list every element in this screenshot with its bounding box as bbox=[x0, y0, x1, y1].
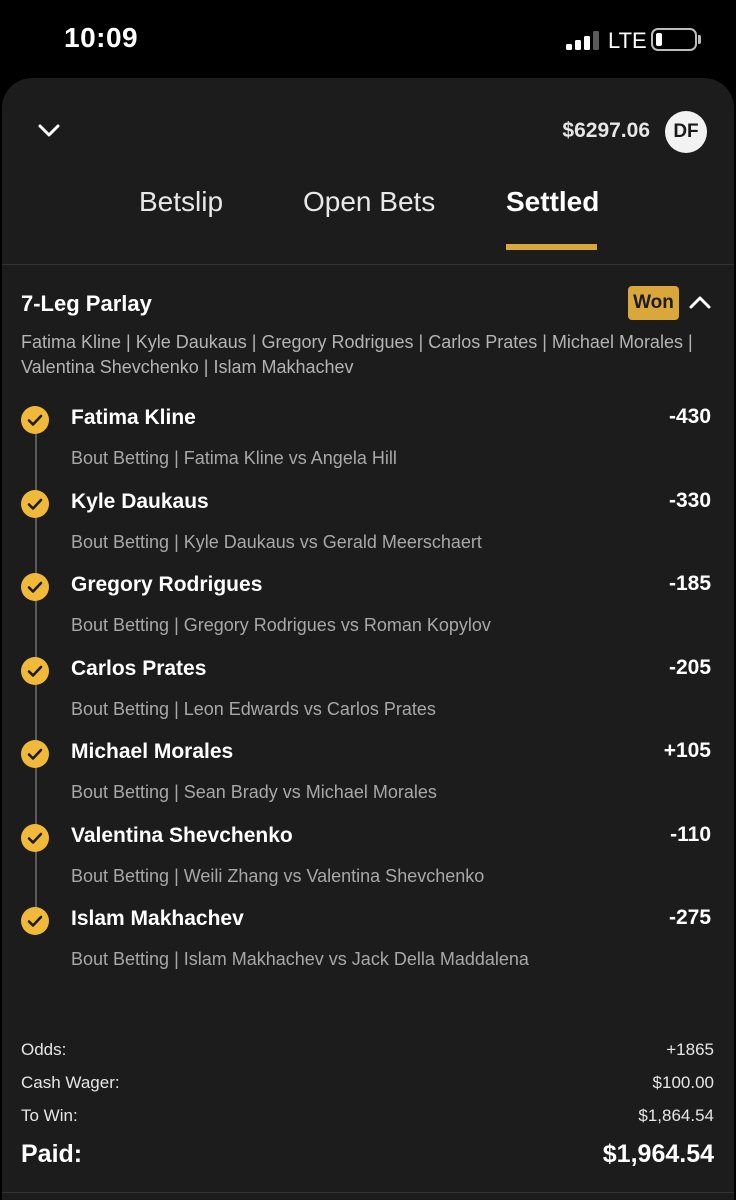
wager-label: Cash Wager: bbox=[21, 1073, 120, 1092]
collapse-parlay-button[interactable] bbox=[687, 292, 713, 312]
account-balance[interactable]: $6297.06 bbox=[562, 119, 650, 143]
status-badge: Won bbox=[628, 286, 679, 320]
check-circle-icon bbox=[21, 657, 49, 685]
leg-selection: Valentina Shevchenko bbox=[71, 824, 293, 847]
leg-odds: -185 bbox=[668, 572, 711, 595]
leg-description: Bout Betting | Kyle Daukaus vs Gerald Me… bbox=[71, 532, 482, 552]
bottom-divider bbox=[2, 1192, 734, 1193]
chevron-up-icon bbox=[689, 296, 711, 309]
parlay-summary-line: Fatima Kline | Kyle Daukaus | Gregory Ro… bbox=[21, 332, 693, 352]
leg-odds: -430 bbox=[668, 405, 711, 428]
list-item: Islam Makhachev -275 Bout Betting | Isla… bbox=[0, 905, 736, 989]
list-item: Carlos Prates -205 Bout Betting | Leon E… bbox=[0, 655, 736, 739]
leg-description: Bout Betting | Islam Makhachev vs Jack D… bbox=[71, 949, 529, 969]
list-item: Gregory Rodrigues -185 Bout Betting | Gr… bbox=[0, 571, 736, 655]
leg-selection: Fatima Kline bbox=[71, 406, 196, 429]
leg-description: Bout Betting | Leon Edwards vs Carlos Pr… bbox=[71, 699, 436, 719]
parlay-title: 7-Leg Parlay bbox=[21, 291, 152, 316]
check-circle-icon bbox=[21, 406, 49, 434]
leg-selection: Kyle Daukaus bbox=[71, 490, 209, 513]
parlay-summary-line: Valentina Shevchenko | Islam Makhachev bbox=[21, 357, 354, 377]
leg-odds: +105 bbox=[663, 739, 711, 762]
leg-description: Bout Betting | Fatima Kline vs Angela Hi… bbox=[71, 448, 397, 468]
list-item: Valentina Shevchenko -110 Bout Betting |… bbox=[0, 822, 736, 906]
parlay-summary: Fatima Kline | Kyle Daukaus | Gregory Ro… bbox=[21, 330, 721, 380]
tab-open-bets[interactable]: Open Bets bbox=[303, 186, 435, 218]
list-item: Michael Morales +105 Bout Betting | Sean… bbox=[0, 738, 736, 822]
to-win-value: $1,864.54 bbox=[638, 1106, 714, 1125]
list-item: Fatima Kline -430 Bout Betting | Fatima … bbox=[0, 404, 736, 488]
leg-selection: Michael Morales bbox=[71, 740, 234, 763]
list-item: Kyle Daukaus -330 Bout Betting | Kyle Da… bbox=[0, 488, 736, 572]
network-label: LTE bbox=[608, 28, 647, 53]
paid-value: $1,964.54 bbox=[602, 1140, 714, 1168]
status-bar: 10:09 LTE bbox=[0, 0, 736, 78]
tab-settled[interactable]: Settled bbox=[506, 186, 599, 218]
battery-tip bbox=[698, 35, 701, 44]
paid-label: Paid: bbox=[21, 1140, 83, 1168]
avatar[interactable]: DF bbox=[665, 111, 707, 153]
leg-odds: -205 bbox=[668, 656, 711, 679]
check-circle-icon bbox=[21, 740, 49, 768]
leg-selection: Islam Makhachev bbox=[71, 907, 244, 930]
leg-odds: -275 bbox=[668, 906, 711, 929]
status-time: 10:09 bbox=[64, 22, 139, 53]
collapse-sheet-button[interactable] bbox=[34, 120, 64, 144]
check-circle-icon bbox=[21, 824, 49, 852]
signal-icon bbox=[566, 30, 604, 50]
tabs-divider bbox=[2, 264, 734, 265]
bet-tabs: Betslip Open Bets Settled bbox=[0, 186, 736, 250]
leg-description: Bout Betting | Gregory Rodrigues vs Roma… bbox=[71, 615, 491, 635]
active-tab-indicator bbox=[506, 244, 597, 250]
leg-selection: Carlos Prates bbox=[71, 657, 207, 680]
check-circle-icon bbox=[21, 573, 49, 601]
odds-label: Odds: bbox=[21, 1040, 67, 1059]
tab-betslip[interactable]: Betslip bbox=[139, 186, 223, 218]
to-win-label: To Win: bbox=[21, 1106, 78, 1125]
odds-value: +1865 bbox=[666, 1040, 714, 1059]
leg-odds: -110 bbox=[670, 823, 711, 846]
leg-description: Bout Betting | Sean Brady vs Michael Mor… bbox=[71, 782, 437, 802]
check-circle-icon bbox=[21, 907, 49, 935]
wager-value: $100.00 bbox=[652, 1073, 714, 1092]
leg-odds: -330 bbox=[668, 489, 711, 512]
leg-selection: Gregory Rodrigues bbox=[71, 573, 263, 596]
leg-description: Bout Betting | Weili Zhang vs Valentina … bbox=[71, 866, 485, 886]
check-circle-icon bbox=[21, 490, 49, 518]
chevron-down-icon bbox=[38, 124, 60, 137]
battery-icon bbox=[651, 28, 697, 51]
